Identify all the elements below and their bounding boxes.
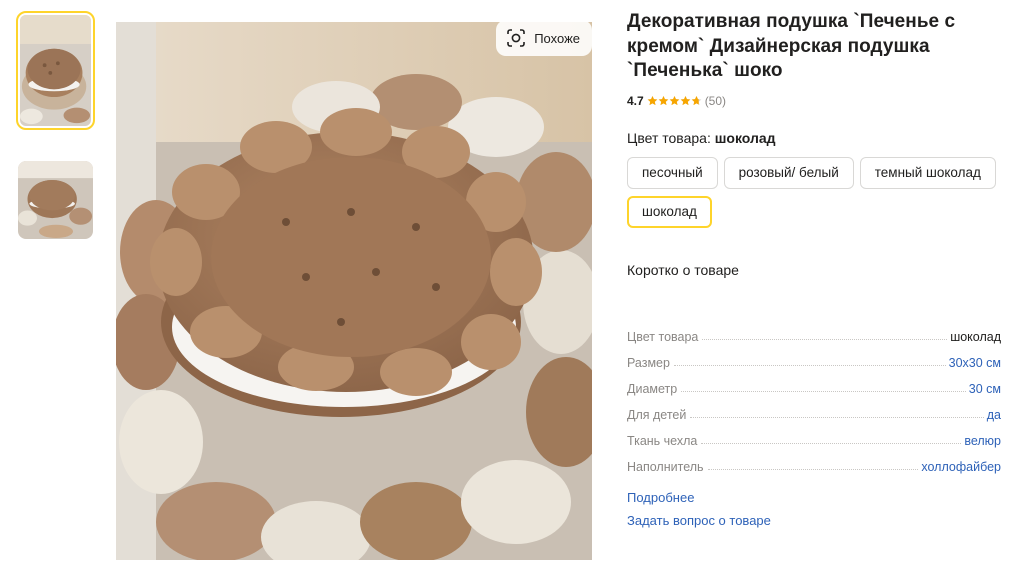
star-icon <box>669 96 680 106</box>
spec-value-link[interactable]: велюр <box>964 434 1001 448</box>
color-options: песочный розовый/ белый темный шоколад ш… <box>627 156 1007 228</box>
color-option-sand[interactable]: песочный <box>627 156 718 189</box>
product-title: Декоративная подушка `Печенье с кремом` … <box>627 11 956 81</box>
spec-leader <box>707 468 919 470</box>
spec-value-link[interactable]: 30х30 см <box>949 356 1001 370</box>
thumbnail-2[interactable] <box>16 159 95 241</box>
color-option-chocolate[interactable]: шоколад <box>627 195 712 228</box>
color-label-prefix: Цвет товара: <box>627 129 715 146</box>
color-label: Цвет товара: шоколад <box>627 130 1007 146</box>
spec-name: Для детей <box>627 407 687 422</box>
about-title: Коротко о товаре <box>627 261 739 278</box>
spec-row: Размер 30х30 см <box>627 344 1001 370</box>
product-image <box>116 22 592 560</box>
similar-label: Похоже <box>534 30 580 46</box>
rating-value: 4.7 <box>627 93 644 108</box>
spec-name: Диаметр <box>627 381 678 396</box>
star-icon <box>647 96 658 106</box>
color-option-dark-chocolate[interactable]: темный шоколад <box>859 156 996 189</box>
spec-row: Ткань чехла велюр <box>627 422 1001 448</box>
color-label-value: шоколад <box>714 129 776 146</box>
thumbnail-image <box>20 15 91 126</box>
more-details-link[interactable]: Подробнее <box>627 490 1007 505</box>
main-product-photo[interactable]: Похоже <box>116 22 592 560</box>
star-icon <box>658 96 669 106</box>
spec-row: Для детей да <box>627 396 1001 422</box>
product-info: Декоративная подушка `Печенье с кремом` … <box>627 10 1007 528</box>
spec-row: Диаметр 30 см <box>627 370 1001 396</box>
spec-value-link[interactable]: холлофайбер <box>921 460 1001 474</box>
spec-value-link[interactable]: 30 см <box>969 382 1001 396</box>
thumbnail-image <box>18 161 93 239</box>
spec-value-link[interactable]: да <box>987 408 1001 422</box>
spec-name: Наполнитель <box>627 459 704 474</box>
spec-name: Ткань чехла <box>627 433 698 448</box>
reviews-count-link[interactable]: (50) <box>705 94 726 108</box>
spec-value: шоколад <box>950 329 1001 344</box>
spec-leader <box>690 416 984 418</box>
thumbnail-1[interactable] <box>16 11 95 130</box>
spec-name: Цвет товара <box>627 329 699 344</box>
spec-name: Размер <box>627 355 670 370</box>
lens-scan-icon <box>507 29 526 47</box>
spec-leader <box>681 390 966 392</box>
color-option-pink-white[interactable]: розовый/ белый <box>723 156 854 189</box>
rating-row: 4.7 (50) <box>627 92 1007 110</box>
star-icon <box>691 96 702 106</box>
spec-leader <box>702 338 948 340</box>
spec-row: Наполнитель холлофайбер <box>627 448 1001 474</box>
spec-leader <box>701 442 962 444</box>
specs-list: Цвет товара шоколад Размер 30х30 см Диам… <box>627 318 1001 474</box>
spec-row: Цвет товара шоколад <box>627 318 1001 344</box>
similar-search-button[interactable]: Похоже <box>496 22 592 56</box>
ask-question-link[interactable]: Задать вопрос о товаре <box>627 513 1007 528</box>
star-icon <box>680 96 691 106</box>
rating-stars <box>647 95 702 106</box>
spec-leader <box>673 364 946 366</box>
